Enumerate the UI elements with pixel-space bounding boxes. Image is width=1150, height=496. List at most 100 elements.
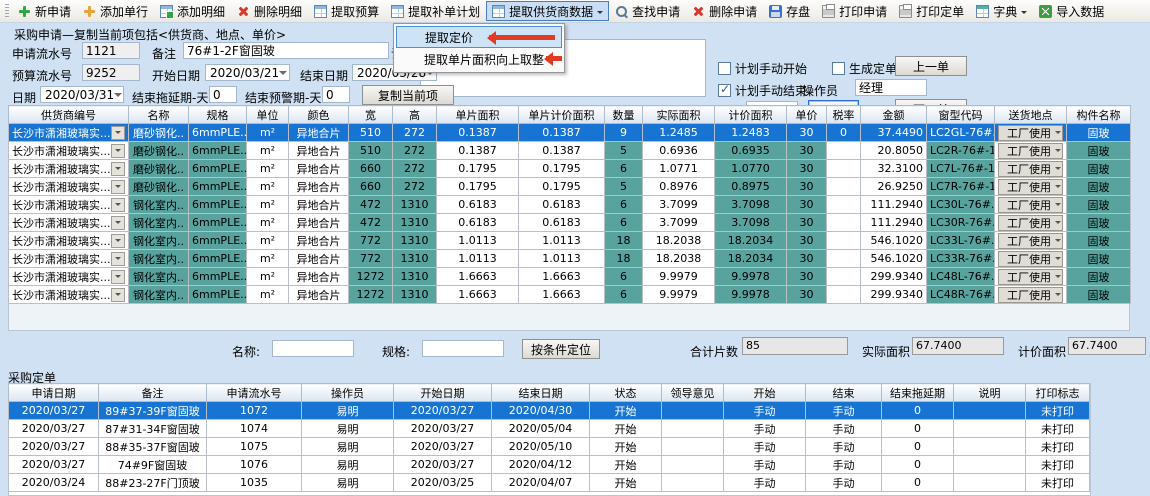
supplier-detail-row[interactable]: 长沙市潇湘玻璃实...钢化室内..6mmPLE..m²异地合片47213100.… [9, 214, 1131, 232]
column-header[interactable]: 税率 [827, 106, 861, 124]
cell[interactable]: 长沙市潇湘玻璃实... [9, 250, 129, 268]
cell[interactable]: 长沙市潇湘玻璃实... [9, 268, 129, 286]
supplier-detail-row[interactable]: 长沙市潇湘玻璃实...钢化室内..6mmPLE..m²异地合片47213100.… [9, 196, 1131, 214]
purchase-order-row[interactable]: 2020/03/2488#23-27F门顶玻1035易明2020/03/2520… [9, 474, 1090, 492]
column-header[interactable]: 金额 [861, 106, 927, 124]
column-header[interactable]: 实际面积 [643, 106, 715, 124]
cell[interactable]: 长沙市潇湘玻璃实... [9, 232, 129, 250]
column-header[interactable]: 结束 [806, 384, 882, 402]
delivery-location-combo[interactable]: 工厂使用 [998, 161, 1063, 177]
column-header[interactable]: 供货商编号 [9, 106, 129, 124]
cell[interactable]: 长沙市潇湘玻璃实... [9, 124, 129, 142]
cell[interactable]: 工厂使用 [995, 196, 1067, 214]
cell[interactable]: 长沙市潇湘玻璃实... [9, 286, 129, 304]
column-header[interactable]: 开始 [724, 384, 806, 402]
column-header[interactable]: 高 [393, 106, 437, 124]
cell[interactable]: 长沙市潇湘玻璃实... [9, 142, 129, 160]
dropdown-button[interactable] [111, 288, 125, 302]
dropdown-button[interactable] [111, 162, 125, 176]
column-header[interactable]: 操作员 [302, 384, 394, 402]
column-header[interactable]: 窗型代码 [927, 106, 995, 124]
previous-order-button[interactable]: 上一单 [895, 56, 967, 76]
checkbox-unchecked[interactable] [718, 62, 731, 75]
column-header[interactable]: 数量 [605, 106, 643, 124]
toolbar-button-0[interactable]: 新申请 [12, 1, 77, 21]
checkbox-checked[interactable] [718, 84, 731, 97]
column-header[interactable]: 打印标志 [1026, 384, 1090, 402]
menu-item-1[interactable]: 提取单片面积向上取整 [396, 48, 562, 70]
cell[interactable]: 长沙市潇湘玻璃实... [9, 178, 129, 196]
budget-no-field[interactable] [82, 64, 140, 81]
dropdown-button[interactable] [111, 270, 125, 284]
delivery-location-combo[interactable]: 工厂使用 [998, 143, 1063, 159]
column-header[interactable]: 申请日期 [9, 384, 99, 402]
column-header[interactable]: 构件名称 [1067, 106, 1131, 124]
remark-field[interactable] [183, 42, 389, 59]
cell[interactable]: 工厂使用 [995, 250, 1067, 268]
dropdown-button[interactable] [111, 180, 125, 194]
toolbar-button-9[interactable]: 存盘 [763, 1, 816, 21]
delivery-location-combo[interactable]: 工厂使用 [998, 197, 1063, 213]
column-header[interactable]: 计价面积 [715, 106, 787, 124]
column-header[interactable]: 名称 [129, 106, 189, 124]
purchase-order-row[interactable]: 2020/03/2774#9F窗固玻1076易明2020/03/272020/0… [9, 456, 1090, 474]
delivery-location-combo[interactable]: 工厂使用 [998, 251, 1063, 267]
cell[interactable]: 长沙市潇湘玻璃实... [9, 160, 129, 178]
menu-item-0[interactable]: 提取定价 [396, 26, 562, 48]
purchase-order-row[interactable]: 2020/03/2788#35-37F窗固玻1075易明2020/03/2720… [9, 438, 1090, 456]
dropdown-button[interactable] [111, 234, 125, 248]
start-date-combo[interactable]: 2020/03/21 [205, 64, 290, 81]
column-header[interactable]: 备注 [99, 384, 207, 402]
checkbox-unchecked[interactable] [832, 62, 845, 75]
cell[interactable]: 工厂使用 [995, 160, 1067, 178]
purchase-order-row[interactable]: 2020/03/2787#31-34F窗固玻1074易明2020/03/2720… [9, 420, 1090, 438]
filter-spec-input[interactable] [422, 340, 504, 357]
toolbar-grip-handle[interactable] [5, 4, 9, 19]
delivery-location-combo[interactable]: 工厂使用 [998, 215, 1063, 231]
manual-start-checkbox[interactable]: 计划手动开始 [718, 60, 807, 77]
supplier-detail-row[interactable]: 长沙市潇湘玻璃实...磨砂钢化..6mmPLE..m²异地合片5102720.1… [9, 142, 1131, 160]
column-header[interactable]: 颜色 [289, 106, 349, 124]
supplier-detail-row[interactable]: 长沙市潇湘玻璃实...钢化室内..6mmPLE..m²异地合片127213101… [9, 286, 1131, 304]
supplier-detail-row[interactable]: 长沙市潇湘玻璃实...钢化室内..6mmPLE..m²异地合片77213101.… [9, 232, 1131, 250]
column-header[interactable]: 领导意见 [662, 384, 724, 402]
supplier-detail-row[interactable]: 长沙市潇湘玻璃实...钢化室内..6mmPLE..m²异地合片77213101.… [9, 250, 1131, 268]
generate-order-checkbox[interactable]: 生成定单 [832, 60, 897, 77]
delivery-location-combo[interactable]: 工厂使用 [998, 287, 1063, 303]
copy-current-button[interactable]: 复制当前项 [362, 85, 454, 105]
supplier-detail-row[interactable]: 长沙市潇湘玻璃实...磨砂钢化..6mmPLE..m²异地合片5102720.1… [9, 124, 1131, 142]
delivery-location-combo[interactable]: 工厂使用 [998, 125, 1063, 141]
column-header[interactable]: 送货地点 [995, 106, 1067, 124]
dropdown-button[interactable] [111, 198, 125, 212]
cell[interactable]: 工厂使用 [995, 142, 1067, 160]
column-header[interactable]: 单价 [787, 106, 827, 124]
column-header[interactable]: 单位 [247, 106, 289, 124]
toolbar-button-8[interactable]: 删除申请 [686, 1, 763, 21]
toolbar-button-13[interactable]: 导入数据 [1033, 1, 1110, 21]
toolbar-button-1[interactable]: 添加单行 [77, 1, 154, 21]
toolbar-button-3[interactable]: 删除明细 [231, 1, 308, 21]
cell[interactable]: 工厂使用 [995, 232, 1067, 250]
supplier-detail-row[interactable]: 长沙市潇湘玻璃实...磨砂钢化..6mmPLE..m²异地合片6602720.1… [9, 178, 1131, 196]
locate-by-condition-button[interactable]: 按条件定位 [522, 339, 600, 359]
toolbar-button-10[interactable]: 打印申请 [816, 1, 893, 21]
supplier-detail-row[interactable]: 长沙市潇湘玻璃实...磨砂钢化..6mmPLE..m²异地合片6602720.1… [9, 160, 1131, 178]
cell[interactable]: 工厂使用 [995, 124, 1067, 142]
filter-name-input[interactable] [272, 340, 354, 357]
supplier-detail-row[interactable]: 长沙市潇湘玻璃实...钢化室内..6mmPLE..m²异地合片127213101… [9, 268, 1131, 286]
cell[interactable]: 长沙市潇湘玻璃实... [9, 196, 129, 214]
column-header[interactable]: 宽 [349, 106, 393, 124]
column-header[interactable]: 状态 [590, 384, 662, 402]
apply-no-field[interactable] [82, 42, 140, 59]
cell[interactable]: 工厂使用 [995, 178, 1067, 196]
column-header[interactable]: 单片面积 [437, 106, 519, 124]
toolbar-button-2[interactable]: 添加明细 [154, 1, 231, 21]
end-warn-field[interactable] [322, 86, 350, 103]
cell[interactable]: 工厂使用 [995, 286, 1067, 304]
column-header[interactable]: 单片计价面积 [519, 106, 605, 124]
dropdown-button[interactable] [111, 216, 125, 230]
dropdown-button[interactable] [111, 252, 125, 266]
toolbar-button-11[interactable]: 打印定单 [893, 1, 970, 21]
date-combo[interactable]: 2020/03/31 [40, 86, 124, 103]
delivery-location-combo[interactable]: 工厂使用 [998, 269, 1063, 285]
